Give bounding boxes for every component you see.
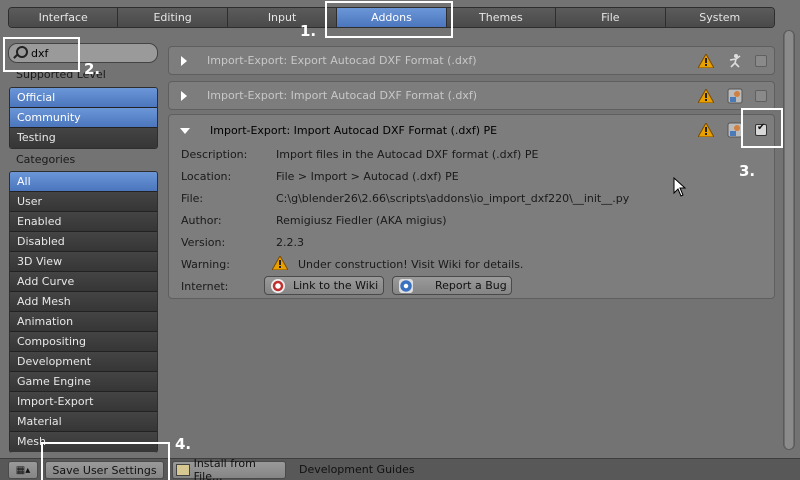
help-icon (271, 278, 285, 293)
link-to-wiki-button[interactable]: Link to the Wiki (264, 276, 384, 295)
tab-input[interactable]: Input (227, 8, 338, 27)
description-label: Description: (181, 148, 248, 161)
warning-icon (698, 54, 714, 68)
categories-list: All User Enabled Disabled 3D View Add Cu… (9, 171, 158, 453)
addon-row[interactable]: Import-Export: Import Autocad DXF Format… (168, 81, 775, 110)
bug-button-label: Report a Bug (435, 279, 507, 292)
annotation-box-addons (325, 1, 453, 38)
addon-name: Import-Export: Export Autocad DXF Format… (207, 54, 477, 67)
category-add-mesh[interactable]: Add Mesh (10, 292, 157, 312)
level-community[interactable]: Community (10, 108, 157, 128)
enable-checkbox[interactable] (755, 90, 767, 102)
warning-icon (698, 89, 714, 103)
annotation-box-search (3, 37, 80, 72)
category-enabled[interactable]: Enabled (10, 212, 157, 232)
editor-type-menu[interactable]: ▦▴ (8, 461, 38, 479)
annotation-number: 2. (84, 60, 101, 78)
user-addon-icon (727, 53, 743, 69)
description-value: Import files in the Autocad DXF format (… (276, 148, 539, 161)
annotation-number: 1. (300, 22, 317, 40)
warning-icon (272, 256, 288, 270)
install-button-label: Install from File... (193, 457, 256, 480)
warning-value: Under construction! Visit Wiki for detai… (298, 258, 524, 271)
url-icon (399, 278, 413, 293)
addon-name: Import-Export: Import Autocad DXF Format… (207, 89, 478, 102)
category-add-curve[interactable]: Add Curve (10, 272, 157, 292)
file-value: C:\g\blender26\2.66\scripts\addons\io_im… (276, 192, 630, 205)
addon-details-panel: Import-Export: Import Autocad DXF Format… (168, 114, 775, 299)
annotation-box-checkbox (741, 108, 783, 148)
warning-label: Warning: (181, 258, 230, 271)
expand-arrow-icon[interactable] (181, 90, 187, 101)
category-game-engine[interactable]: Game Engine (10, 372, 157, 392)
wiki-button-label: Link to the Wiki (293, 279, 379, 292)
version-label: Version: (181, 236, 226, 249)
author-value: Remigiusz Fiedler (AKA migius) (276, 214, 447, 227)
category-disabled[interactable]: Disabled (10, 232, 157, 252)
tab-interface[interactable]: Interface (9, 8, 119, 27)
file-browser-icon (176, 464, 190, 476)
warning-icon (698, 123, 714, 137)
addon-name: Import-Export: Import Autocad DXF Format… (210, 124, 498, 137)
addon-row[interactable]: Import-Export: Export Autocad DXF Format… (168, 46, 775, 75)
category-material[interactable]: Material (10, 412, 157, 432)
addon-type-icon (727, 88, 743, 104)
level-testing[interactable]: Testing (10, 128, 157, 148)
addon-row-expanded[interactable]: Import-Export: Import Autocad DXF Format… (169, 115, 774, 146)
location-value: File > Import > Autocad (.dxf) PE (276, 170, 459, 183)
category-import-export[interactable]: Import-Export (10, 392, 157, 412)
category-all[interactable]: All (10, 172, 157, 192)
version-value: 2.2.3 (276, 236, 304, 249)
expand-arrow-icon[interactable] (181, 55, 187, 66)
categories-label: Categories (16, 153, 76, 166)
author-label: Author: (181, 214, 222, 227)
tab-editing[interactable]: Editing (118, 8, 228, 27)
annotation-number: 4. (175, 435, 192, 453)
supported-level-list: Official Community Testing (9, 87, 158, 149)
development-guides-link[interactable]: Development Guides (299, 463, 415, 476)
enable-checkbox[interactable] (755, 55, 767, 67)
annotation-box-save (41, 442, 170, 480)
tab-file[interactable]: File (556, 8, 666, 27)
category-compositing[interactable]: Compositing (10, 332, 157, 352)
collapse-arrow-icon[interactable] (180, 127, 190, 134)
category-animation[interactable]: Animation (10, 312, 157, 332)
tab-system[interactable]: System (665, 8, 774, 27)
category-user[interactable]: User (10, 192, 157, 212)
internet-label: Internet: (181, 280, 229, 293)
install-from-file-button[interactable]: Install from File... (172, 457, 286, 480)
scrollbar-thumb[interactable] (785, 31, 793, 449)
annotation-number: 3. (739, 162, 756, 180)
report-bug-button[interactable]: Report a Bug (392, 276, 512, 295)
scrollbar[interactable] (783, 30, 795, 450)
location-label: Location: (181, 170, 232, 183)
category-3d-view[interactable]: 3D View (10, 252, 157, 272)
file-label: File: (181, 192, 204, 205)
tab-themes[interactable]: Themes (446, 8, 557, 27)
level-official[interactable]: Official (10, 88, 157, 108)
preferences-icon: ▦▴ (15, 464, 31, 476)
category-development[interactable]: Development (10, 352, 157, 372)
mouse-cursor-icon (673, 177, 687, 197)
